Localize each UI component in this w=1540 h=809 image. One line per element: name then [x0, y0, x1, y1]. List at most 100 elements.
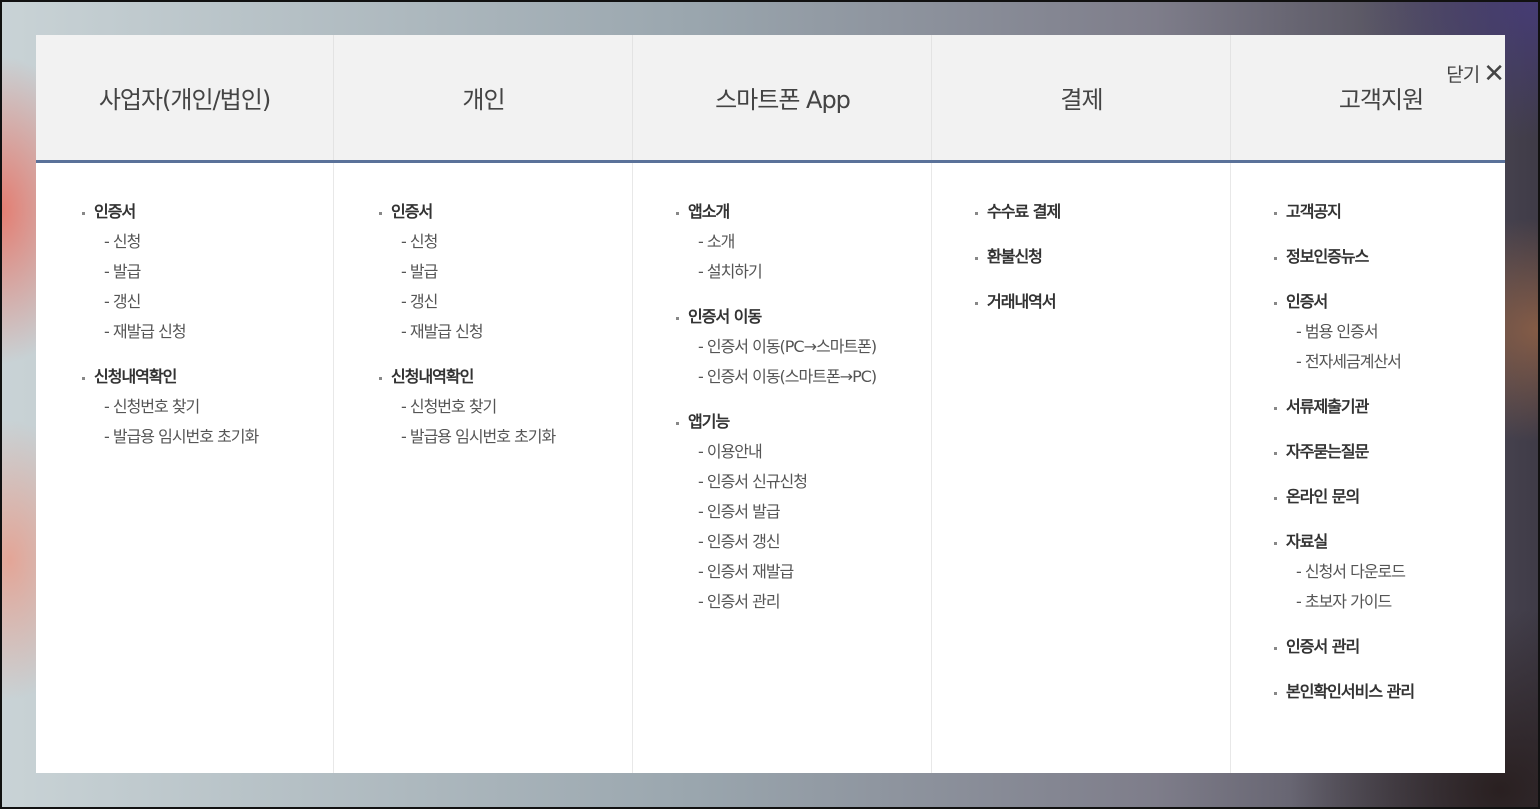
- submenu-link[interactable]: 이용안내: [698, 442, 763, 461]
- submenu-item: 신청: [104, 227, 258, 257]
- menu-list: 인증서신청발급갱신재발급 신청신청내역확인신청번호 찾기발급용 임시번호 초기화: [379, 197, 556, 467]
- menu-group: 인증서신청발급갱신재발급 신청: [82, 197, 258, 347]
- menu-link[interactable]: 고객공지: [1274, 197, 1342, 227]
- submenu-item: 소개: [698, 227, 876, 257]
- submenu-list: 인증서 이동(PC→스마트폰) 인증서 이동(스마트폰→PC): [676, 332, 877, 392]
- menu-link[interactable]: 서류제출기관: [1274, 392, 1369, 422]
- menu-list: 인증서신청발급갱신재발급 신청신청내역확인신청번호 찾기발급용 임시번호 초기화: [82, 197, 259, 467]
- menu-link[interactable]: 정보인증뉴스: [1274, 242, 1369, 272]
- menu-link[interactable]: 인증서 이동: [676, 302, 762, 332]
- submenu-link[interactable]: 초보자 가이드: [1296, 592, 1392, 611]
- menu-group: 자료실신청서 다운로드초보자 가이드: [1274, 527, 1414, 617]
- menu-link[interactable]: 인증서: [82, 197, 136, 227]
- menu-link[interactable]: 온라인 문의: [1274, 482, 1360, 512]
- submenu-item: 발급용 임시번호 초기화: [104, 422, 259, 452]
- menu-group: 환불신청: [975, 242, 1060, 272]
- submenu-link[interactable]: 인증서 이동(PC→스마트폰): [698, 337, 877, 356]
- submenu-link[interactable]: 발급용 임시번호 초기화: [401, 427, 556, 446]
- menu-link[interactable]: 수수료 결제: [975, 197, 1061, 227]
- column-body: 수수료 결제환불신청거래내역서: [933, 163, 1231, 773]
- submenu-list: 이용안내인증서 신규신청인증서 발급인증서 갱신인증서 재발급인증서 관리: [676, 437, 876, 617]
- menu-group: 서류제출기관: [1274, 392, 1414, 422]
- submenu-link[interactable]: 인증서 신규신청: [698, 472, 808, 491]
- column-body: 인증서신청발급갱신재발급 신청신청내역확인신청번호 찾기발급용 임시번호 초기화: [335, 163, 633, 773]
- submenu-item: 설치하기: [698, 257, 876, 287]
- submenu-list: 신청번호 찾기발급용 임시번호 초기화: [82, 392, 259, 452]
- menu-link[interactable]: 인증서: [1274, 287, 1328, 317]
- submenu-item: 인증서 관리: [698, 587, 876, 617]
- submenu-link[interactable]: 인증서 발급: [698, 502, 781, 521]
- close-button[interactable]: 닫기 ✕: [1442, 60, 1505, 87]
- submenu-link[interactable]: 인증서 관리: [698, 592, 781, 611]
- submenu-item: 발급: [104, 257, 258, 287]
- menu-link[interactable]: 인증서 관리: [1274, 632, 1360, 662]
- submenu-list: 신청발급갱신재발급 신청: [82, 227, 258, 347]
- submenu-item: 발급용 임시번호 초기화: [401, 422, 556, 452]
- menu-list: 앱소개소개설치하기인증서 이동인증서 이동(PC→스마트폰) 인증서 이동(스마트…: [676, 197, 877, 632]
- column-body: 앱소개소개설치하기인증서 이동인증서 이동(PC→스마트폰) 인증서 이동(스마트…: [634, 163, 932, 773]
- submenu-list: 신청서 다운로드초보자 가이드: [1274, 557, 1414, 617]
- menu-group: 고객공지: [1274, 197, 1414, 227]
- menu-link[interactable]: 자료실: [1274, 527, 1328, 557]
- submenu-item: 인증서 갱신: [698, 527, 876, 557]
- submenu-item: 갱신: [104, 287, 258, 317]
- submenu-link[interactable]: 설치하기: [698, 262, 763, 281]
- column-title: 개인: [335, 35, 633, 160]
- submenu-item: 초보자 가이드: [1296, 587, 1414, 617]
- submenu-link[interactable]: 재발급 신청: [104, 322, 187, 341]
- submenu-item: 신청서 다운로드: [1296, 557, 1414, 587]
- menu-link[interactable]: 자주묻는질문: [1274, 437, 1369, 467]
- menu-list: 수수료 결제환불신청거래내역서: [975, 197, 1061, 332]
- submenu-link[interactable]: 재발급 신청: [401, 322, 484, 341]
- submenu-list: 신청발급갱신재발급 신청: [379, 227, 555, 347]
- submenu-item: 신청번호 찾기: [104, 392, 258, 422]
- submenu-link[interactable]: 갱신: [401, 292, 438, 311]
- submenu-link[interactable]: 신청번호 찾기: [104, 397, 200, 416]
- menu-link[interactable]: 앱기능: [676, 407, 730, 437]
- menu-link[interactable]: 거래내역서: [975, 287, 1057, 317]
- menu-group: 인증서신청발급갱신재발급 신청: [379, 197, 555, 347]
- submenu-item: 재발급 신청: [401, 317, 555, 347]
- submenu-link[interactable]: 발급용 임시번호 초기화: [104, 427, 259, 446]
- menu-list: 고객공지정보인증뉴스인증서범용 인증서전자세금계산서서류제출기관자주묻는질문온라…: [1274, 197, 1415, 722]
- submenu-item: 인증서 재발급: [698, 557, 876, 587]
- submenu-link[interactable]: 인증서 재발급: [698, 562, 794, 581]
- close-label: 닫기: [1446, 64, 1480, 86]
- menu-link[interactable]: 인증서: [379, 197, 433, 227]
- submenu-link[interactable]: 인증서 이동(스마트폰→PC): [698, 367, 877, 386]
- menu-group: 정보인증뉴스: [1274, 242, 1414, 272]
- submenu-link[interactable]: 범용 인증서: [1296, 322, 1379, 341]
- menu-link[interactable]: 환불신청: [975, 242, 1043, 272]
- submenu-item: 인증서 이동(스마트폰→PC): [698, 362, 877, 392]
- menu-group: 온라인 문의: [1274, 482, 1414, 512]
- menu-link[interactable]: 신청내역확인: [379, 362, 474, 392]
- submenu-list: 소개설치하기: [676, 227, 876, 287]
- menu-link[interactable]: 신청내역확인: [82, 362, 177, 392]
- close-icon: ✕: [1483, 58, 1505, 89]
- submenu-item: 신청번호 찾기: [401, 392, 555, 422]
- submenu-link[interactable]: 전자세금계산서: [1296, 352, 1402, 371]
- submenu-item: 발급: [401, 257, 555, 287]
- column-title: 스마트폰 App: [634, 35, 932, 160]
- menu-group: 거래내역서: [975, 287, 1060, 317]
- menu-link[interactable]: 앱소개: [676, 197, 730, 227]
- submenu-link[interactable]: 신청: [104, 232, 141, 251]
- submenu-link[interactable]: 발급: [104, 262, 141, 281]
- submenu-link[interactable]: 인증서 갱신: [698, 532, 781, 551]
- column-title: 결제: [933, 35, 1231, 160]
- submenu-link[interactable]: 발급: [401, 262, 438, 281]
- submenu-link[interactable]: 신청: [401, 232, 438, 251]
- menu-link[interactable]: 본인확인서비스 관리: [1274, 677, 1415, 707]
- menu-group: 신청내역확인신청번호 찾기발급용 임시번호 초기화: [379, 362, 556, 452]
- submenu-item: 범용 인증서: [1296, 317, 1414, 347]
- submenu-list: 범용 인증서전자세금계산서: [1274, 317, 1414, 377]
- submenu-link[interactable]: 신청서 다운로드: [1296, 562, 1406, 581]
- submenu-item: 전자세금계산서: [1296, 347, 1414, 377]
- submenu-item: 신청: [401, 227, 555, 257]
- submenu-link[interactable]: 갱신: [104, 292, 141, 311]
- menu-group: 앱소개소개설치하기: [676, 197, 876, 287]
- menu-group: 인증서범용 인증서전자세금계산서: [1274, 287, 1414, 377]
- submenu-link[interactable]: 소개: [698, 232, 735, 251]
- menu-group: 본인확인서비스 관리: [1274, 677, 1415, 707]
- submenu-link[interactable]: 신청번호 찾기: [401, 397, 497, 416]
